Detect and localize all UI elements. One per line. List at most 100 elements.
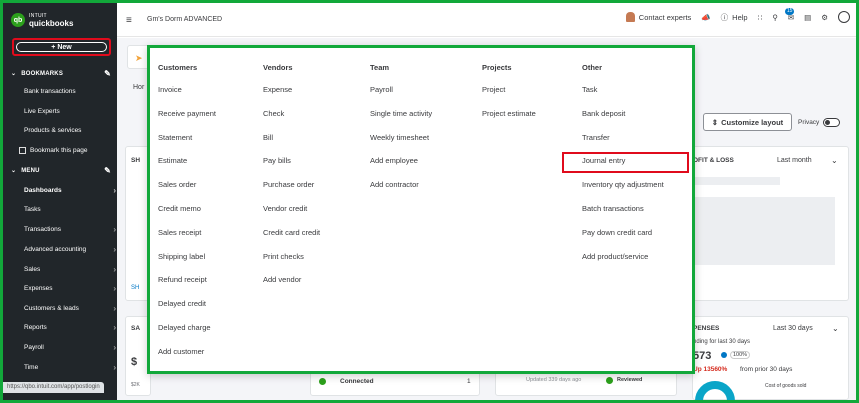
menu-item-pay-bills[interactable]: Pay bills bbox=[263, 156, 320, 180]
bookmark-this-page[interactable]: Bookmark this page bbox=[19, 147, 111, 154]
chevron-down-icon[interactable]: ⌄ bbox=[831, 156, 838, 165]
menu-column-vendors: Vendors Expense Check Bill Pay bills Pur… bbox=[263, 63, 320, 299]
menu-item-add-product-service[interactable]: Add product/service bbox=[582, 252, 664, 276]
sidebar-item-tasks[interactable]: Tasks bbox=[24, 206, 116, 213]
menu-item-expense[interactable]: Expense bbox=[263, 85, 320, 109]
privacy-switch[interactable] bbox=[823, 118, 841, 127]
customize-layout-label: Customize layout bbox=[721, 117, 784, 127]
menu-item-add-customer[interactable]: Add customer bbox=[158, 347, 216, 371]
chevron-down-icon[interactable]: ⌄ bbox=[832, 324, 839, 333]
privacy-toggle[interactable]: Privacy bbox=[798, 118, 841, 127]
menu-item-project[interactable]: Project bbox=[482, 85, 536, 109]
connected-count: 1 bbox=[467, 378, 471, 385]
sidebar-item-live-experts[interactable]: Live Experts bbox=[24, 108, 116, 115]
menu-item-add-vendor[interactable]: Add vendor bbox=[263, 275, 320, 299]
sidebar-item-products-services[interactable]: Products & services bbox=[24, 127, 116, 134]
quickbooks-logo[interactable]: qb INTUIT quickbooks bbox=[11, 12, 73, 28]
sidebar-item-payroll[interactable]: Payroll › bbox=[24, 343, 116, 352]
expense-prior: from prior 30 days bbox=[740, 366, 793, 373]
sidebar-item-sales[interactable]: Sales › bbox=[24, 265, 116, 274]
profit-loss-period[interactable]: Last month bbox=[777, 157, 812, 164]
menu-item-delayed-charge[interactable]: Delayed charge bbox=[158, 323, 216, 347]
sales-axis-tick: $2K bbox=[131, 382, 140, 388]
menu-item-delayed-credit[interactable]: Delayed credit bbox=[158, 299, 216, 323]
clipboard-icon[interactable]: ▤ bbox=[804, 13, 811, 22]
contact-experts-button[interactable]: Contact experts bbox=[625, 12, 691, 22]
sidebar-item-advanced-accounting[interactable]: Advanced accounting › bbox=[24, 245, 116, 254]
sidebar-item-label: Reports bbox=[24, 324, 47, 331]
menu-item-pay-down-credit-card[interactable]: Pay down credit card bbox=[582, 228, 664, 252]
menu-item-purchase-order[interactable]: Purchase order bbox=[263, 180, 320, 204]
menu-column-team: Team Payroll Single time activity Weekly… bbox=[370, 63, 432, 204]
notifications-button[interactable]: 15 ✉ bbox=[784, 7, 795, 22]
menu-item-credit-card-credit[interactable]: Credit card credit bbox=[263, 228, 320, 252]
menu-item-check[interactable]: Check bbox=[263, 109, 320, 133]
menu-item-bill[interactable]: Bill bbox=[263, 133, 320, 157]
menu-item-print-checks[interactable]: Print checks bbox=[263, 252, 320, 276]
menu-item-single-time-activity[interactable]: Single time activity bbox=[370, 109, 432, 133]
menu-item-estimate[interactable]: Estimate bbox=[158, 156, 216, 180]
hamburger-menu-icon[interactable]: ≡ bbox=[126, 15, 132, 26]
sliders-icon: ⇕ bbox=[711, 117, 719, 127]
sidebar-item-reports[interactable]: Reports › bbox=[24, 323, 116, 332]
new-button[interactable]: + New bbox=[16, 42, 107, 52]
chevron-right-icon: › bbox=[113, 284, 116, 293]
menu-item-project-estimate[interactable]: Project estimate bbox=[482, 109, 536, 133]
tab-home[interactable]: Hor bbox=[133, 84, 144, 91]
sidebar-item-transactions[interactable]: Transactions › bbox=[24, 225, 116, 234]
brand-quickbooks: quickbooks bbox=[29, 19, 74, 28]
expenses-card: PENSES Last 30 days ⌄ nding for last 30 … bbox=[692, 316, 849, 403]
menu-item-invoice[interactable]: Invoice bbox=[158, 85, 216, 109]
sidebar-item-label: Expenses bbox=[24, 285, 53, 292]
menu-item-statement[interactable]: Statement bbox=[158, 133, 216, 157]
menu-item-weekly-timesheet[interactable]: Weekly timesheet bbox=[370, 133, 432, 157]
menu-item-sales-receipt[interactable]: Sales receipt bbox=[158, 228, 216, 252]
gear-icon[interactable]: ⚙ bbox=[821, 13, 828, 22]
sidebar-item-label: Advanced accounting bbox=[24, 246, 87, 253]
menu-item-inventory-qty-adjustment[interactable]: Inventory qty adjustment bbox=[582, 180, 664, 204]
shortcuts-link[interactable]: SH bbox=[131, 285, 139, 291]
help-button[interactable]: ⓘ Help bbox=[721, 12, 748, 23]
menu-item-receive-payment[interactable]: Receive payment bbox=[158, 109, 216, 133]
sidebar-item-expenses[interactable]: Expenses › bbox=[24, 284, 116, 293]
megaphone-icon[interactable]: 📣 bbox=[701, 13, 710, 22]
menu-item-add-employee[interactable]: Add employee bbox=[370, 156, 432, 180]
reviewed-label: Reviewed bbox=[617, 377, 643, 383]
menu-item-shipping-label[interactable]: Shipping label bbox=[158, 252, 216, 276]
menu-item-vendor-credit[interactable]: Vendor credit bbox=[263, 204, 320, 228]
menu-item-bank-deposit[interactable]: Bank deposit bbox=[582, 109, 664, 133]
menu-item-add-contractor[interactable]: Add contractor bbox=[370, 180, 432, 204]
help-label: Help bbox=[732, 12, 748, 22]
user-avatar-icon[interactable] bbox=[838, 11, 850, 23]
spending-label: nding for last 30 days bbox=[693, 339, 751, 345]
chevron-right-icon: › bbox=[113, 186, 116, 195]
bookmark-icon bbox=[19, 147, 26, 154]
journal-entry-highlight bbox=[562, 152, 689, 173]
customize-layout-button[interactable]: ⇕ Customize layout bbox=[703, 113, 792, 131]
pencil-icon[interactable]: ✎ bbox=[104, 69, 111, 78]
menu-item-sales-order[interactable]: Sales order bbox=[158, 180, 216, 204]
expenses-period[interactable]: Last 30 days bbox=[773, 325, 813, 332]
sidebar-item-dashboards[interactable]: Dashboards › bbox=[24, 186, 116, 195]
expense-amount: 573 bbox=[693, 350, 712, 362]
menu-item-payroll[interactable]: Payroll bbox=[370, 85, 432, 109]
bookmarks-section[interactable]: ⌄ BOOKMARKS ✎ bbox=[11, 69, 111, 78]
sidebar-item-customers-leads[interactable]: Customers & leads › bbox=[24, 304, 116, 313]
expenses-title: PENSES bbox=[693, 325, 720, 332]
sales-amount: $ bbox=[131, 356, 138, 368]
menu-item-credit-memo[interactable]: Credit memo bbox=[158, 204, 216, 228]
menu-label: MENU bbox=[21, 167, 40, 174]
menu-section[interactable]: ⌄ MENU ✎ bbox=[11, 166, 111, 175]
sidebar-item-label: Dashboards bbox=[24, 187, 62, 194]
expert-avatar-icon bbox=[625, 12, 635, 22]
sidebar-item-bank-transactions[interactable]: Bank transactions bbox=[24, 88, 116, 95]
menu-item-batch-transactions[interactable]: Batch transactions bbox=[582, 204, 664, 228]
apps-grid-icon[interactable]: ∷ bbox=[758, 13, 763, 22]
sidebar-item-time[interactable]: Time › bbox=[24, 363, 116, 372]
help-icon: ⓘ bbox=[720, 12, 729, 22]
search-icon[interactable]: ⚲ bbox=[772, 13, 778, 22]
menu-item-refund-receipt[interactable]: Refund receipt bbox=[158, 275, 216, 299]
logo-mark-icon: ➤ bbox=[135, 53, 143, 63]
pencil-icon[interactable]: ✎ bbox=[104, 166, 111, 175]
menu-item-task[interactable]: Task bbox=[582, 85, 664, 109]
